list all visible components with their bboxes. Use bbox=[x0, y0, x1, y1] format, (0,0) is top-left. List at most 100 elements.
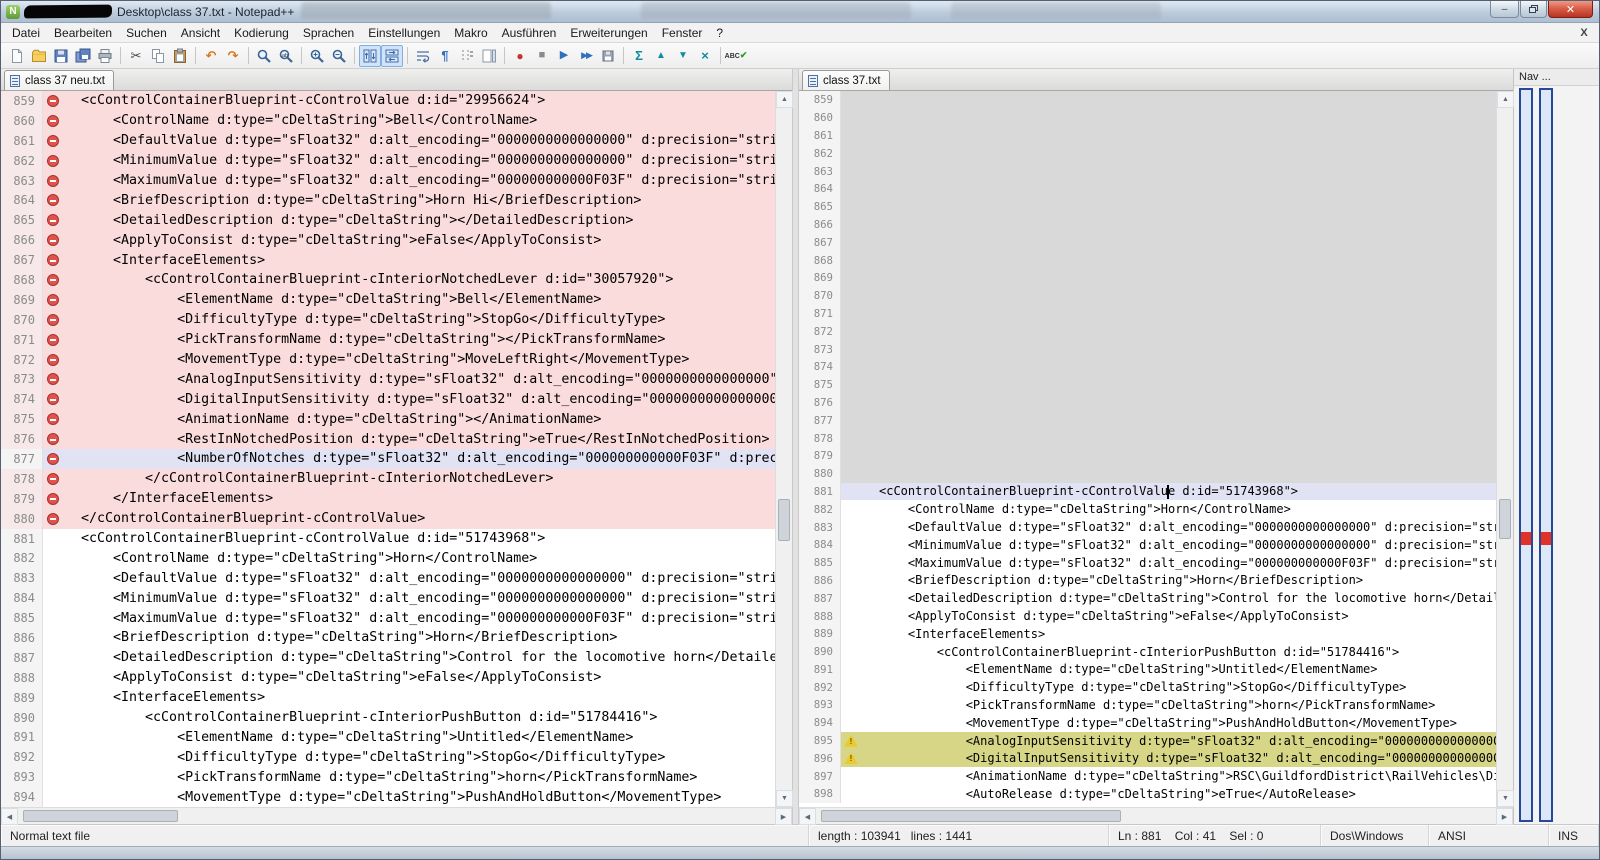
open-file-icon[interactable] bbox=[28, 45, 50, 67]
tab-class-37-neu[interactable]: class 37 neu.txt bbox=[4, 70, 114, 90]
code-text[interactable]: <BriefDescription d:type="cDeltaString">… bbox=[861, 573, 1496, 587]
nav-map-left-document[interactable] bbox=[1519, 88, 1533, 822]
scroll-right-icon[interactable]: ▶ bbox=[775, 808, 792, 825]
record-macro-icon[interactable]: ● bbox=[509, 45, 531, 67]
code-text[interactable]: <cControlContainerBlueprint-cInteriorPus… bbox=[63, 710, 775, 725]
minimize-button[interactable]: – bbox=[1490, 1, 1519, 18]
zoom-in-icon[interactable] bbox=[306, 45, 328, 67]
menubar-close-button[interactable]: X bbox=[1575, 27, 1593, 39]
code-text[interactable]: <DifficultyType d:type="cDeltaString">St… bbox=[63, 312, 775, 327]
code-text[interactable]: <AnimationName d:type="cDeltaString"></A… bbox=[63, 412, 775, 427]
menu-ausfhren[interactable]: Ausführen bbox=[495, 24, 564, 42]
clear-compare-icon[interactable]: × bbox=[694, 45, 716, 67]
code-text[interactable]: <cControlContainerBlueprint-cControlValu… bbox=[63, 531, 775, 546]
cut-icon[interactable]: ✂ bbox=[125, 45, 147, 67]
compare-icon[interactable]: Σ bbox=[628, 45, 650, 67]
code-text[interactable]: <MaximumValue d:type="sFloat32" d:alt_en… bbox=[63, 173, 775, 188]
code-text[interactable]: <DigitalInputSensitivity d:type="sFloat3… bbox=[861, 751, 1496, 765]
scroll-down-icon[interactable]: ▼ bbox=[1497, 790, 1514, 807]
code-text[interactable]: <RestInNotchedPosition d:type="cDeltaStr… bbox=[63, 432, 775, 447]
code-text[interactable]: <DefaultValue d:type="sFloat32" d:alt_en… bbox=[861, 520, 1496, 534]
code-text[interactable]: <AnalogInputSensitivity d:type="sFloat32… bbox=[861, 734, 1496, 748]
code-text[interactable]: <PickTransformName d:type="cDeltaString"… bbox=[861, 698, 1496, 712]
scroll-up-icon[interactable]: ▲ bbox=[1497, 91, 1514, 108]
code-text[interactable]: <PickTransformName d:type="cDeltaString"… bbox=[63, 770, 775, 785]
scrollbar-thumb[interactable] bbox=[778, 499, 790, 541]
scroll-down-icon[interactable]: ▼ bbox=[776, 790, 793, 807]
sync-vertical-scroll-icon[interactable] bbox=[359, 45, 381, 67]
scrollbar-thumb[interactable] bbox=[23, 810, 178, 822]
scroll-left-icon[interactable]: ◀ bbox=[799, 808, 816, 825]
menu-fenster[interactable]: Fenster bbox=[655, 24, 710, 42]
print-icon[interactable] bbox=[94, 45, 116, 67]
code-text[interactable]: <AnalogInputSensitivity d:type="sFloat32… bbox=[63, 372, 775, 387]
code-text[interactable]: <MovementType d:type="cDeltaString">Push… bbox=[861, 716, 1496, 730]
code-text[interactable]: <BriefDescription d:type="cDeltaString">… bbox=[63, 630, 775, 645]
scroll-up-icon[interactable]: ▲ bbox=[776, 91, 793, 108]
right-vertical-scrollbar[interactable]: ▲ ▼ bbox=[1496, 91, 1513, 807]
paste-icon[interactable] bbox=[169, 45, 191, 67]
menu-erweiterungen[interactable]: Erweiterungen bbox=[563, 24, 654, 42]
code-text[interactable]: <cControlContainerBlueprint-cControlValu… bbox=[861, 484, 1496, 499]
sync-horizontal-scroll-icon[interactable] bbox=[381, 45, 403, 67]
play-macro-icon[interactable]: ▶ bbox=[553, 45, 575, 67]
code-text[interactable]: <DetailedDescription d:type="cDeltaStrin… bbox=[861, 591, 1496, 605]
code-text[interactable]: </InterfaceElements> bbox=[63, 491, 775, 506]
code-text[interactable]: <NumberOfNotches d:type="sFloat32" d:alt… bbox=[63, 451, 775, 466]
run-macro-multiple-icon[interactable]: ▶▶ bbox=[575, 45, 597, 67]
code-text[interactable]: <DigitalInputSensitivity d:type="sFloat3… bbox=[63, 392, 775, 407]
code-text[interactable]: <DetailedDescription d:type="cDeltaStrin… bbox=[63, 213, 775, 228]
code-text[interactable]: <ControlName d:type="cDeltaString">Horn<… bbox=[861, 502, 1496, 516]
code-text[interactable]: <MinimumValue d:type="sFloat32" d:alt_en… bbox=[63, 591, 775, 606]
code-text[interactable]: <InterfaceElements> bbox=[63, 253, 775, 268]
stop-macro-icon[interactable]: ■ bbox=[531, 45, 553, 67]
zoom-out-icon[interactable] bbox=[328, 45, 350, 67]
code-text[interactable]: <MovementType d:type="cDeltaString">Move… bbox=[63, 352, 775, 367]
replace-icon[interactable]: ab bbox=[275, 45, 297, 67]
tab-class-37[interactable]: class 37.txt bbox=[802, 70, 890, 90]
code-text[interactable]: <ElementName d:type="cDeltaString">Bell<… bbox=[63, 292, 775, 307]
word-wrap-icon[interactable] bbox=[412, 45, 434, 67]
previous-diff-icon[interactable]: ▲ bbox=[650, 45, 672, 67]
menu-kodierung[interactable]: Kodierung bbox=[227, 24, 296, 42]
code-text[interactable]: </cControlContainerBlueprint-cControlVal… bbox=[63, 511, 775, 526]
menu-suchen[interactable]: Suchen bbox=[119, 24, 174, 42]
code-text[interactable]: <MaximumValue d:type="sFloat32" d:alt_en… bbox=[861, 556, 1496, 570]
code-text[interactable]: <ApplyToConsist d:type="cDeltaString">eF… bbox=[63, 670, 775, 685]
right-horizontal-scrollbar[interactable]: ◀ ▶ bbox=[799, 807, 1513, 824]
copy-icon[interactable] bbox=[147, 45, 169, 67]
scrollbar-thumb[interactable] bbox=[1499, 499, 1511, 539]
code-text[interactable]: <ControlName d:type="cDeltaString">Bell<… bbox=[63, 113, 775, 128]
code-text[interactable]: <ElementName d:type="cDeltaString">Untit… bbox=[63, 730, 775, 745]
undo-icon[interactable]: ↶ bbox=[200, 45, 222, 67]
code-text[interactable]: </cControlContainerBlueprint-cInteriorNo… bbox=[63, 471, 775, 486]
scroll-right-icon[interactable]: ▶ bbox=[1496, 808, 1513, 825]
restore-button[interactable] bbox=[1520, 1, 1547, 18]
scroll-left-icon[interactable]: ◀ bbox=[1, 808, 18, 825]
find-icon[interactable] bbox=[253, 45, 275, 67]
code-text[interactable]: <InterfaceElements> bbox=[861, 627, 1496, 641]
code-text[interactable]: <MinimumValue d:type="sFloat32" d:alt_en… bbox=[861, 538, 1496, 552]
redo-icon[interactable]: ↷ bbox=[222, 45, 244, 67]
menu-makro[interactable]: Makro bbox=[447, 24, 494, 42]
save-icon[interactable] bbox=[50, 45, 72, 67]
left-vertical-scrollbar[interactable]: ▲ ▼ bbox=[775, 91, 792, 807]
code-text[interactable]: <InterfaceElements> bbox=[63, 690, 775, 705]
menu-?[interactable]: ? bbox=[709, 24, 730, 42]
next-diff-icon[interactable]: ▼ bbox=[672, 45, 694, 67]
document-map-icon[interactable] bbox=[478, 45, 500, 67]
menu-einstellungen[interactable]: Einstellungen bbox=[361, 24, 447, 42]
save-macro-icon[interactable] bbox=[597, 45, 619, 67]
left-horizontal-scrollbar[interactable]: ◀ ▶ bbox=[1, 807, 792, 824]
save-all-icon[interactable] bbox=[72, 45, 94, 67]
code-text[interactable]: <ControlName d:type="cDeltaString">Horn<… bbox=[63, 551, 775, 566]
code-text[interactable]: <AutoRelease d:type="cDeltaString">eTrue… bbox=[861, 787, 1496, 801]
code-text[interactable]: <MaximumValue d:type="sFloat32" d:alt_en… bbox=[63, 611, 775, 626]
menu-bearbeiten[interactable]: Bearbeiten bbox=[47, 24, 119, 42]
code-text[interactable]: <DefaultValue d:type="sFloat32" d:alt_en… bbox=[63, 133, 775, 148]
code-text[interactable]: <DefaultValue d:type="sFloat32" d:alt_en… bbox=[63, 571, 775, 586]
spell-check-icon[interactable]: ABC✔ bbox=[725, 45, 747, 67]
code-text[interactable]: <PickTransformName d:type="cDeltaString"… bbox=[63, 332, 775, 347]
code-text[interactable]: <MovementType d:type="cDeltaString">Push… bbox=[63, 790, 775, 805]
code-text[interactable]: <DetailedDescription d:type="cDeltaStrin… bbox=[63, 650, 775, 665]
